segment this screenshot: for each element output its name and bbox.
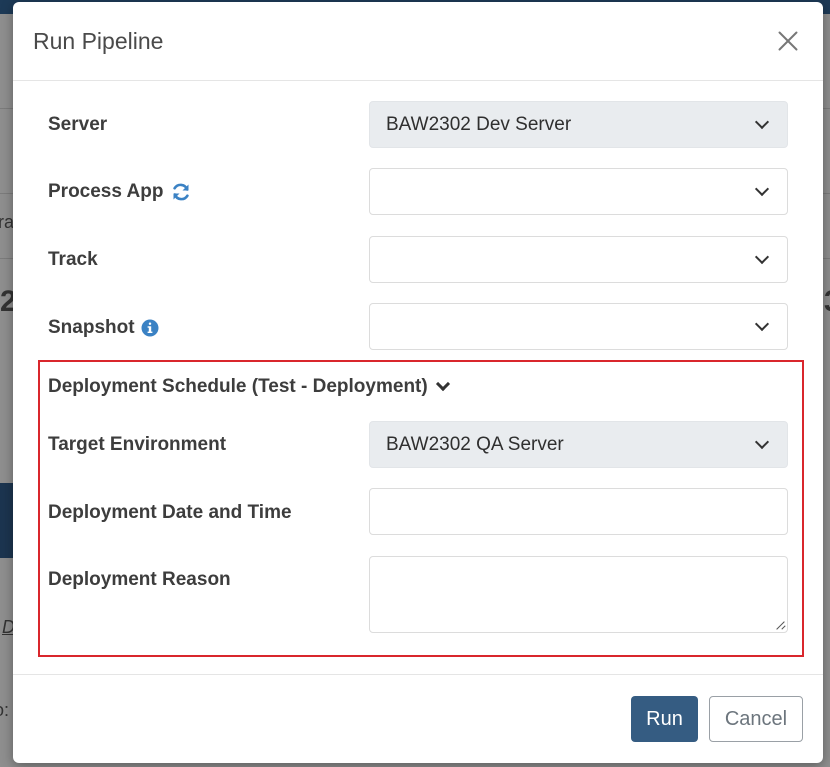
- snapshot-label: Snapshot: [48, 317, 135, 338]
- background-text-fragment: ra: [0, 212, 15, 232]
- run-button[interactable]: Run: [631, 696, 698, 742]
- track-label: Track: [48, 249, 98, 270]
- track-select[interactable]: [369, 236, 788, 283]
- refresh-icon[interactable]: [171, 182, 191, 202]
- chevron-down-icon: [754, 249, 770, 265]
- target-environment-select-value: BAW2302 QA Server: [386, 433, 564, 455]
- chevron-down-icon: [754, 316, 770, 332]
- snapshot-label-group: Snapshot: [48, 317, 159, 339]
- chevron-down-icon: [754, 181, 770, 197]
- chevron-down-icon: [435, 376, 450, 392]
- target-environment-select[interactable]: BAW2302 QA Server: [369, 421, 788, 468]
- background-text-fragment: 3: [824, 285, 830, 319]
- run-pipeline-modal: Run Pipeline Server BAW2302 Dev Server P…: [13, 2, 823, 763]
- chevron-down-icon: [754, 114, 770, 130]
- server-select[interactable]: BAW2302 Dev Server: [369, 101, 788, 148]
- cancel-button[interactable]: Cancel: [709, 696, 803, 742]
- snapshot-select[interactable]: [369, 303, 788, 350]
- chevron-down-icon: [754, 434, 770, 450]
- process-app-label: Process App: [48, 181, 164, 202]
- deployment-schedule-toggle[interactable]: Deployment Schedule (Test - Deployment): [48, 376, 450, 398]
- process-app-label-group: Process App: [48, 181, 191, 203]
- target-environment-label: Target Environment: [48, 434, 227, 455]
- resize-handle-icon[interactable]: [775, 620, 785, 630]
- modal-header: Run Pipeline: [13, 2, 823, 81]
- server-select-value: BAW2302 Dev Server: [386, 113, 572, 135]
- deployment-schedule-title: Deployment Schedule (Test - Deployment): [48, 376, 428, 397]
- modal-footer: Run Cancel: [13, 674, 823, 763]
- background-text-fragment: o:: [0, 700, 10, 720]
- deployment-reason-label: Deployment Reason: [48, 569, 231, 590]
- close-icon[interactable]: [773, 26, 803, 56]
- process-app-select[interactable]: [369, 168, 788, 215]
- deployment-date-label: Deployment Date and Time: [48, 502, 292, 523]
- background-dark-block: [0, 483, 14, 558]
- server-label: Server: [48, 114, 108, 135]
- deployment-reason-textarea[interactable]: [369, 556, 788, 633]
- info-icon[interactable]: [141, 319, 159, 337]
- deployment-date-input[interactable]: [369, 488, 788, 535]
- modal-title: Run Pipeline: [33, 27, 164, 54]
